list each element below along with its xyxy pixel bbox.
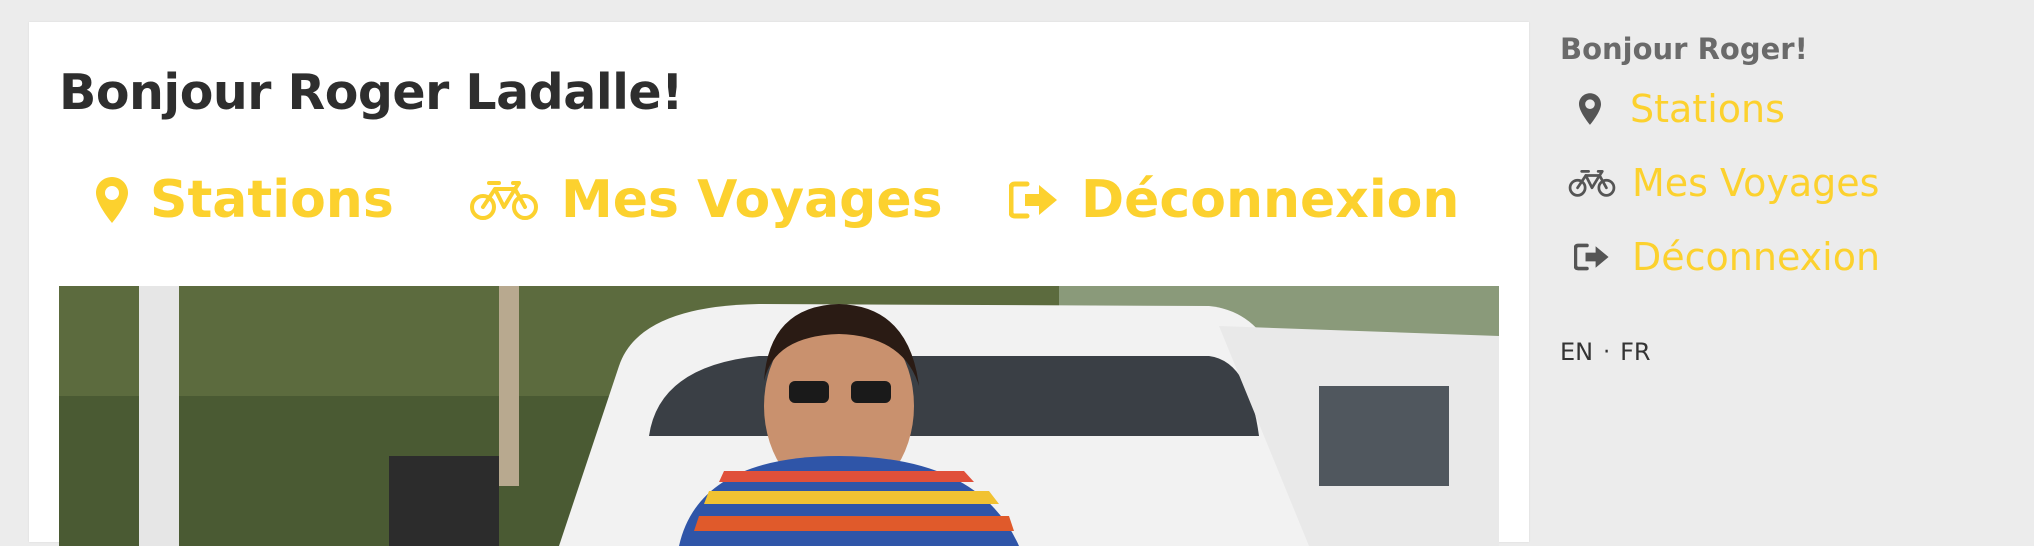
main-card: Bonjour Roger Ladalle! Stations Mes Voya…	[29, 22, 1529, 546]
sidebar-item-label: Déconnexion	[1632, 235, 1881, 279]
nav-voyages-label: Mes Voyages	[561, 170, 943, 230]
sidebar-item-stations[interactable]: Stations	[1566, 84, 1785, 134]
language-en-link[interactable]: EN	[1560, 338, 1593, 366]
bicycle-icon	[469, 179, 539, 221]
map-marker-icon	[96, 177, 128, 223]
profile-photo	[59, 286, 1499, 546]
sidebar-item-logout[interactable]: Déconnexion	[1568, 232, 1880, 282]
sign-out-icon	[1009, 180, 1059, 220]
bicycle-icon	[1568, 167, 1616, 199]
nav-logout-label: Déconnexion	[1081, 170, 1460, 230]
language-separator: ·	[1603, 339, 1611, 365]
map-marker-icon	[1566, 92, 1614, 126]
sidebar-greeting: Bonjour Roger!	[1560, 32, 1808, 66]
sidebar-item-voyages[interactable]: Mes Voyages	[1568, 158, 1879, 208]
language-fr-link[interactable]: FR	[1620, 338, 1650, 366]
page-title: Bonjour Roger Ladalle!	[59, 64, 684, 121]
sidebar-item-label: Stations	[1630, 87, 1785, 131]
nav-voyages-link[interactable]: Mes Voyages	[469, 160, 943, 240]
nav-stations-label: Stations	[150, 170, 394, 230]
nav-stations-link[interactable]: Stations	[96, 160, 394, 240]
sidebar-item-label: Mes Voyages	[1632, 161, 1880, 205]
sign-out-icon	[1568, 242, 1616, 272]
language-switcher: EN · FR	[1560, 338, 1651, 366]
nav-logout-link[interactable]: Déconnexion	[1009, 160, 1459, 240]
